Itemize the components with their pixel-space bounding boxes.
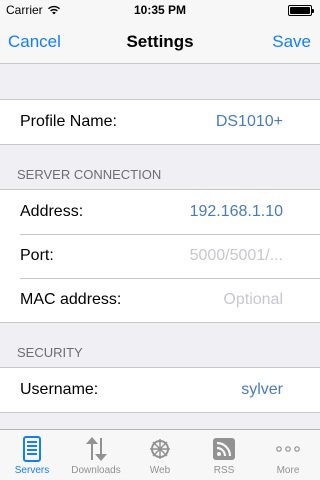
mac-address-label: MAC address: — [20, 291, 122, 308]
tab-servers-label: Servers — [14, 465, 50, 476]
tab-downloads[interactable]: Downloads — [64, 430, 128, 480]
security-header-label: SECURITY — [17, 345, 83, 360]
port-row[interactable]: Port: 5000/5001/... — [0, 234, 320, 278]
security-header: SECURITY — [0, 323, 320, 367]
address-field[interactable]: 192.168.1.10 — [190, 203, 283, 221]
port-field[interactable]: 5000/5001/... — [190, 247, 283, 265]
rss-icon — [211, 436, 237, 462]
battery-icon — [288, 5, 314, 16]
save-button[interactable]: Save — [272, 32, 311, 52]
server-connection-header: SERVER CONNECTION — [0, 145, 320, 189]
web-icon — [147, 436, 173, 462]
server-connection-header-label: SERVER CONNECTION — [17, 167, 162, 182]
server-connection-group: Address: 192.168.1.10 Port: 5000/5001/..… — [0, 189, 320, 323]
tab-downloads-label: Downloads — [71, 465, 121, 476]
servers-icon — [19, 436, 45, 462]
security-group: Username: sylver — [0, 367, 320, 413]
downloads-icon — [83, 436, 109, 462]
tab-web[interactable]: Web — [128, 430, 192, 480]
address-row[interactable]: Address: 192.168.1.10 — [0, 190, 320, 234]
more-icon — [275, 436, 301, 462]
username-label: Username: — [20, 381, 99, 398]
address-label: Address: — [20, 203, 84, 220]
profile-name-row[interactable]: Profile Name: DS1010+ — [0, 100, 320, 144]
tab-web-label: Web — [149, 465, 171, 476]
profile-name-label: Profile Name: — [20, 113, 117, 130]
tab-servers[interactable]: Servers — [0, 430, 64, 480]
mac-address-field[interactable]: Optional — [223, 291, 283, 309]
profile-group: Profile Name: DS1010+ — [0, 99, 320, 145]
profile-name-field[interactable]: DS1010+ — [216, 113, 283, 131]
tab-rss[interactable]: RSS — [192, 430, 256, 480]
status-time: 10:35 PM — [133, 3, 187, 17]
tab-more-label: More — [276, 465, 300, 476]
navigation-bar: Cancel Settings Save — [0, 20, 320, 64]
port-label: Port: — [20, 247, 54, 264]
tab-more[interactable]: More — [256, 430, 320, 480]
mac-address-row[interactable]: MAC address: Optional — [0, 278, 320, 322]
tab-bar: Servers Downloads Web RSS More — [0, 429, 320, 480]
username-row[interactable]: Username: sylver — [0, 368, 320, 412]
tab-rss-label: RSS — [213, 465, 235, 476]
settings-content[interactable]: Profile Name: DS1010+ SERVER CONNECTION … — [0, 65, 320, 428]
status-bar: Carrier 10:35 PM — [0, 0, 320, 20]
top-spacer — [0, 65, 320, 99]
username-field[interactable]: sylver — [241, 381, 283, 399]
